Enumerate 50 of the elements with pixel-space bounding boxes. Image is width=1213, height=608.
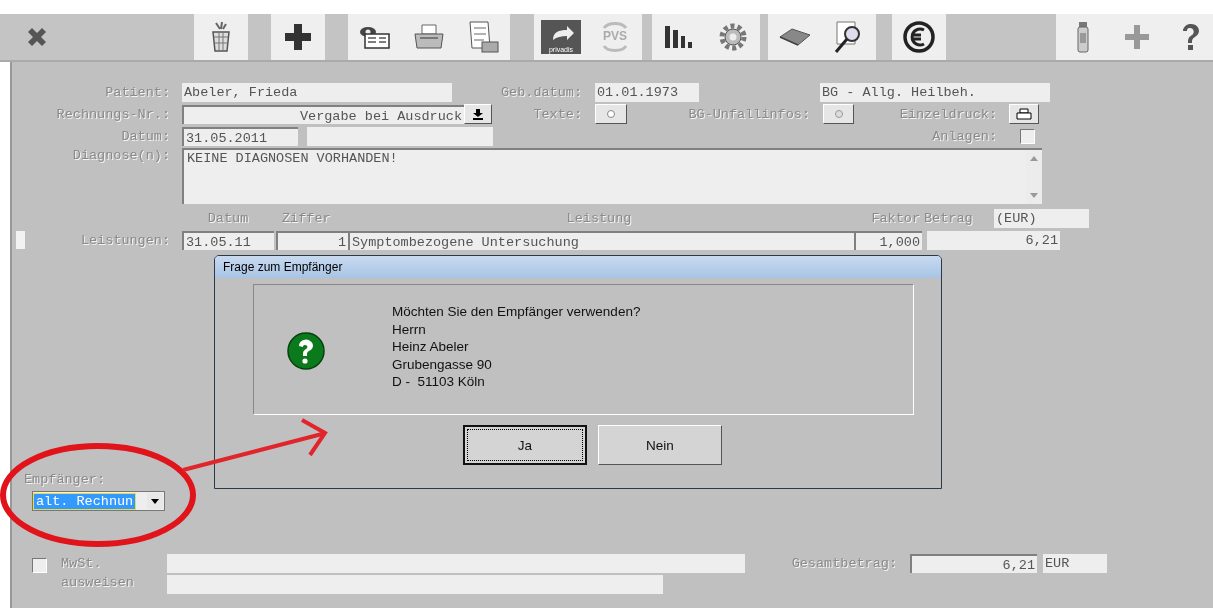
checkbox[interactable] bbox=[1020, 128, 1035, 144]
empty-field[interactable] bbox=[307, 126, 493, 146]
table-cell[interactable]: 31.05.11 bbox=[182, 230, 274, 250]
invoice-number-field[interactable]: Vergabe bei Ausdruck bbox=[182, 104, 464, 124]
logo-text: PVS bbox=[603, 29, 627, 43]
table-cell[interactable]: 1 bbox=[276, 230, 348, 250]
euro-icon bbox=[902, 20, 936, 54]
eye-card-icon bbox=[359, 24, 391, 50]
dialog-title: Frage zum Empfänger bbox=[215, 256, 941, 278]
birth-date-field[interactable]: 01.01.1973 bbox=[595, 82, 699, 102]
print-button[interactable] bbox=[1009, 104, 1039, 124]
logo-icon bbox=[541, 20, 581, 54]
down-arrow-icon bbox=[1030, 193, 1038, 198]
printer-icon bbox=[412, 23, 446, 51]
currency-field: EUR bbox=[1043, 554, 1107, 573]
yes-button[interactable]: Ja bbox=[463, 425, 587, 465]
patient-field[interactable]: Abeler, Frieda bbox=[182, 82, 452, 102]
circle-icon bbox=[834, 110, 843, 118]
table-cell[interactable]: Symptombezogene Untersuchung bbox=[348, 230, 854, 250]
currency-field: (EUR) bbox=[994, 208, 1089, 228]
dropdown-button[interactable] bbox=[464, 104, 492, 124]
download-arrow-icon bbox=[473, 108, 483, 120]
empty-field[interactable] bbox=[167, 575, 663, 594]
bottle-icon bbox=[1076, 21, 1090, 53]
row-marker[interactable] bbox=[16, 231, 25, 249]
bar-chart-icon bbox=[663, 24, 695, 50]
table-cell[interactable]: 1,000 bbox=[854, 230, 922, 250]
diagnosis-textarea[interactable]: KEINE DIAGNOSEN VORHANDEN! bbox=[182, 148, 1042, 204]
help-icon bbox=[1180, 22, 1202, 52]
accident-info-button[interactable] bbox=[823, 104, 854, 124]
empty-field[interactable] bbox=[167, 554, 745, 573]
selected-text: alt. Rechnun bbox=[34, 493, 136, 509]
checkbox[interactable] bbox=[32, 558, 47, 573]
trash-icon bbox=[210, 21, 232, 53]
diagnosis-text: KEINE DIAGNOSEN VORHANDEN! bbox=[187, 151, 398, 166]
no-button[interactable]: Nein bbox=[598, 425, 722, 465]
eraser-icon bbox=[778, 27, 812, 47]
circle-icon bbox=[607, 110, 615, 118]
plus-icon bbox=[1123, 23, 1151, 51]
gear-icon bbox=[717, 21, 749, 53]
question-icon bbox=[286, 331, 326, 371]
dialog-message: Möchten Sie den Empfänger verwenden? Herrn Heinz Abeler Grubengasse 90 D - 51103 Köln bbox=[392, 303, 641, 391]
texts-button[interactable] bbox=[595, 104, 627, 124]
up-arrow-icon bbox=[1030, 156, 1038, 161]
insurance-field[interactable]: BG - Allg. Heilbeh. bbox=[820, 82, 1050, 102]
date-field[interactable]: 31.05.2011 bbox=[182, 126, 298, 146]
total-field[interactable]: 6,21 bbox=[910, 554, 1037, 573]
table-cell[interactable]: 6,21 bbox=[927, 230, 1060, 250]
printer-icon bbox=[1016, 108, 1032, 120]
plus-icon bbox=[283, 22, 313, 52]
